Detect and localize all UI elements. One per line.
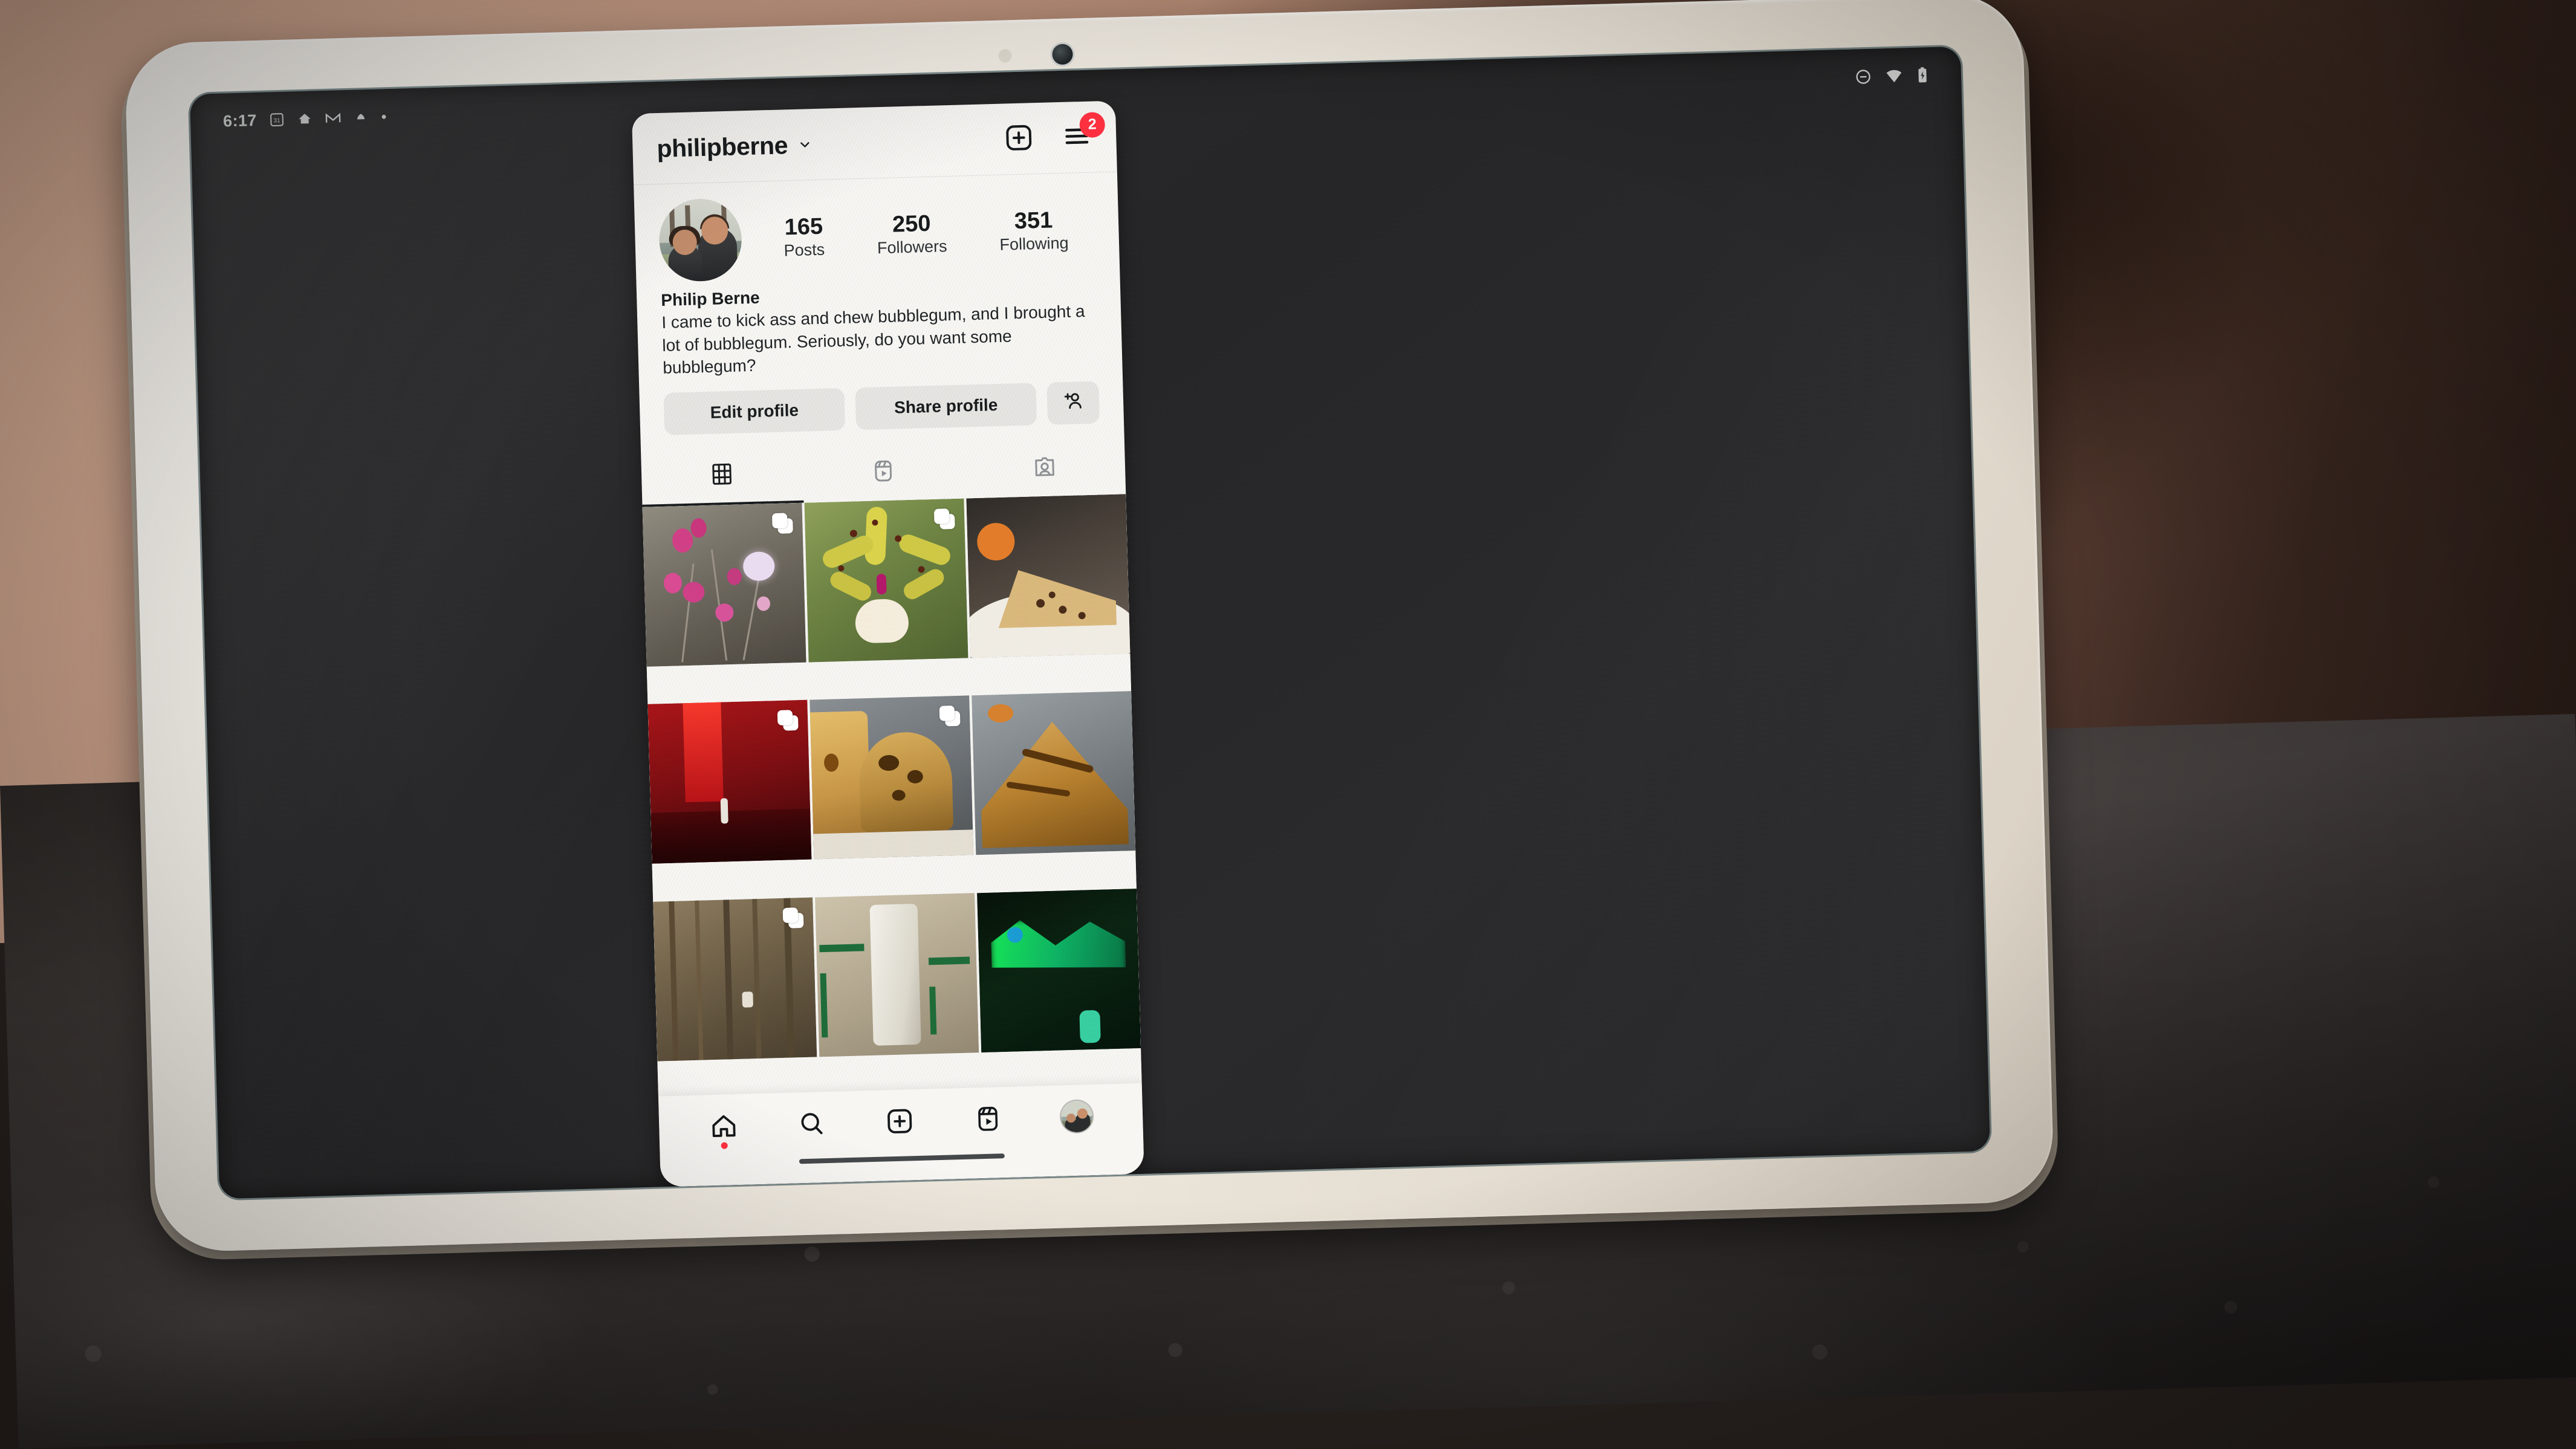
avatar[interactable]	[658, 198, 743, 282]
edit-profile-button[interactable]: Edit profile	[663, 387, 846, 435]
chevron-down-icon	[797, 137, 813, 152]
grid-item-boxes[interactable]	[815, 892, 979, 1057]
status-bar-right	[1855, 66, 1929, 85]
calendar-icon: 31	[268, 112, 285, 128]
thumbnail-image	[977, 888, 1141, 1052]
tab-reels[interactable]	[802, 442, 965, 502]
stat-label: Posts	[784, 240, 825, 260]
discover-people-button[interactable]	[1046, 380, 1100, 425]
nav-search[interactable]	[797, 1109, 826, 1138]
nav-home[interactable]	[709, 1111, 738, 1149]
nav-row	[658, 1083, 1144, 1159]
grid-item-forest[interactable]	[653, 897, 817, 1062]
status-bar-left: 6:17 31	[223, 108, 388, 131]
stat-posts[interactable]: 165 Posts	[783, 213, 825, 261]
instagram-app-window: philipberne 2 165 Posts 250 Followers 35…	[631, 100, 1144, 1187]
username-switcher[interactable]: philipberne	[657, 131, 813, 163]
gmail-icon	[324, 110, 342, 126]
do-not-disturb-icon	[1855, 68, 1872, 86]
dot-icon	[380, 113, 387, 120]
notification-badge: 2	[1079, 111, 1106, 138]
add-person-icon	[1062, 389, 1085, 416]
post-grid	[642, 493, 1142, 1097]
grid-item-neon[interactable]	[977, 888, 1141, 1052]
stat-label: Followers	[877, 237, 947, 258]
carousel-icon	[771, 513, 793, 534]
stat-value: 351	[1014, 207, 1053, 235]
stat-following[interactable]: 351 Following	[999, 207, 1069, 254]
svg-text:31: 31	[273, 117, 280, 124]
nav-profile[interactable]	[1060, 1100, 1093, 1133]
header-actions: 2	[1004, 111, 1106, 156]
tab-tagged[interactable]	[963, 438, 1126, 498]
home-activity-dot	[721, 1142, 728, 1149]
grid-item-yellow-orchid[interactable]	[804, 498, 968, 663]
carousel-icon	[939, 705, 961, 727]
bottom-navigation	[658, 1083, 1144, 1187]
profile-stats: 165 Posts 250 Followers 351 Following	[741, 207, 1095, 262]
tagged-icon	[1031, 453, 1057, 482]
carousel-icon	[933, 508, 955, 530]
nest-icon	[353, 110, 368, 125]
carousel-icon	[777, 710, 799, 731]
tablet-device: 6:17 31 philipberne 2 165 Posts 250 Foll…	[119, 0, 2060, 1262]
reels-icon	[871, 458, 897, 487]
stat-value: 165	[784, 213, 823, 241]
grid-item-concert[interactable]	[647, 699, 812, 864]
grid-item-sourdough[interactable]	[972, 691, 1136, 855]
profile-top-row: 165 Posts 250 Followers 351 Following	[658, 189, 1095, 282]
profile-section: 165 Posts 250 Followers 351 Following Ph…	[634, 172, 1122, 380]
grid-item-pink-blossoms[interactable]	[642, 502, 806, 667]
wifi-icon	[1885, 68, 1904, 84]
stat-value: 250	[892, 210, 932, 238]
scene: 6:17 31 philipberne 2 165 Posts 250 Foll…	[0, 0, 2576, 1449]
battery-charging-icon	[1916, 66, 1929, 84]
home-icon	[296, 111, 313, 127]
nav-reels[interactable]	[973, 1104, 1002, 1133]
share-profile-button[interactable]: Share profile	[855, 382, 1037, 430]
grid-item-cheese-bread[interactable]	[809, 695, 974, 860]
stat-label: Following	[999, 233, 1069, 254]
carousel-icon	[782, 907, 804, 929]
grid-icon	[709, 461, 735, 490]
home-indicator-bar[interactable]	[799, 1153, 1005, 1164]
stat-followers[interactable]: 250 Followers	[876, 211, 947, 258]
nav-create[interactable]	[885, 1106, 915, 1136]
menu-button[interactable]: 2	[1062, 111, 1106, 154]
profile-username: philipberne	[656, 131, 788, 163]
status-time: 6:17	[222, 111, 258, 130]
avatar	[1060, 1100, 1093, 1133]
app-header: philipberne 2	[632, 101, 1117, 186]
profile-bio: I came to kick ass and chew bubblegum, a…	[661, 302, 1085, 377]
grid-item-scone[interactable]	[966, 493, 1131, 658]
tab-grid[interactable]	[641, 447, 804, 507]
tablet-screen: 6:17 31 philipberne 2 165 Posts 250 Foll…	[189, 46, 1991, 1199]
create-post-button[interactable]	[1004, 122, 1034, 156]
